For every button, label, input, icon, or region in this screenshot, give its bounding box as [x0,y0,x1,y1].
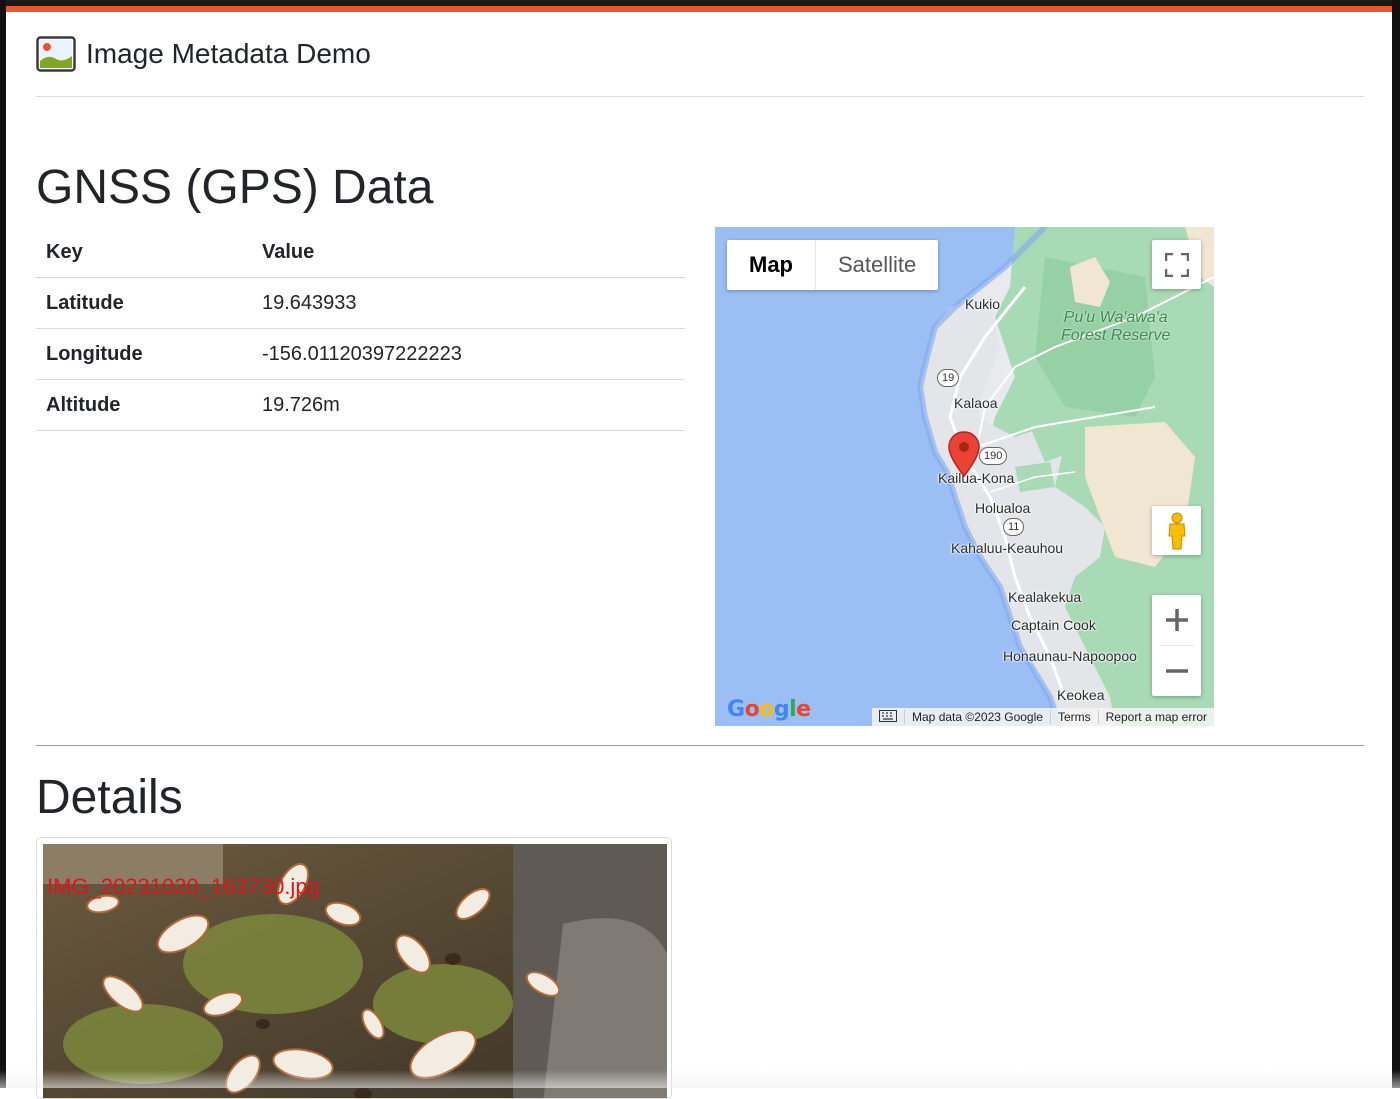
route-19-shield: 19 [937,369,960,387]
place-label: Captain Cook [1011,617,1096,633]
forest-reserve-label: Pu'u Wa'awa'a Forest Reserve [1061,309,1170,345]
zoom-in-button[interactable] [1152,595,1201,645]
accent-bar [0,6,1400,12]
location-marker-icon[interactable] [947,430,981,478]
google-logo[interactable]: Google [727,697,811,722]
plus-icon [1165,609,1188,631]
zoom-out-button[interactable] [1152,646,1201,696]
forest-label-line1: Pu'u Wa'awa'a [1063,309,1168,326]
column-header-value: Value [252,227,685,278]
fullscreen-button[interactable] [1152,240,1201,289]
gnss-section-title: GNSS (GPS) Data [36,161,434,214]
column-header-key: Key [36,227,252,278]
image-card: IMG_20231020_163730.jpg [36,837,672,1099]
place-label: Keokea [1057,687,1105,703]
table-row: Altitude 19.726m [36,379,685,431]
latitude-key: Latitude [36,277,252,329]
fullscreen-icon [1164,252,1189,277]
route-190-shield: 190 [979,447,1008,465]
map-type-satellite-button[interactable]: Satellite [816,240,938,290]
keyboard-icon [879,709,898,722]
header-divider [36,96,1364,97]
altitude-value: 19.726m [252,379,685,431]
street-view-button[interactable] [1152,506,1201,555]
pegman-icon [1167,512,1186,549]
section-divider [36,745,1364,746]
table-row: Longitude -156.01120397222223 [36,328,685,380]
place-label: Kealakekua [1008,589,1082,605]
place-label: Honaunau-Napoopoo [1003,648,1137,664]
report-map-error-link[interactable]: Report a map error [1097,710,1214,724]
details-section-title: Details [36,771,183,824]
zoom-control [1152,595,1201,696]
window-frame-right [1392,0,1400,1088]
photo-filename-overlay: IMG_20231020_163730.jpg [47,874,320,899]
map-type-map-button[interactable]: Map [727,240,816,290]
photo-preview[interactable]: IMG_20231020_163730.jpg [43,844,667,1098]
table-row: Latitude 19.643933 [36,277,685,329]
table-header-row: Key Value [36,227,685,278]
latitude-value: 19.643933 [252,277,685,329]
gnss-table: Key Value Latitude 19.643933 Longitude -… [36,227,685,431]
window-frame-left [0,0,6,1088]
place-label: Holualoa [975,500,1031,516]
altitude-key: Altitude [36,379,252,431]
keyboard-shortcuts-button[interactable] [872,709,904,725]
app-title: Image Metadata Demo [86,38,371,69]
map-type-control: Map Satellite [727,240,939,290]
longitude-key: Longitude [36,328,252,380]
place-label: Kukio [965,296,1001,312]
map-data-attribution: Map data ©2023 Google [904,710,1050,724]
longitude-value: -156.01120397222223 [252,328,685,380]
bottom-edge-shadow [0,1070,1400,1088]
terms-link[interactable]: Terms [1049,710,1098,724]
minus-icon [1165,669,1188,673]
image-icon [36,36,76,72]
forest-label-line2: Forest Reserve [1061,327,1171,344]
map-attribution-bar: Map data ©2023 Google Terms Report a map… [872,708,1214,726]
place-label: Kahaluu-Keauhou [951,540,1064,556]
app-header: Image Metadata Demo [36,36,371,72]
place-label: Kalaoa [954,395,998,411]
route-11-shield: 11 [1003,518,1025,536]
google-map[interactable]: Pu'u Wa'awa'a Forest Reserve Kukio Kalao… [715,227,1214,726]
